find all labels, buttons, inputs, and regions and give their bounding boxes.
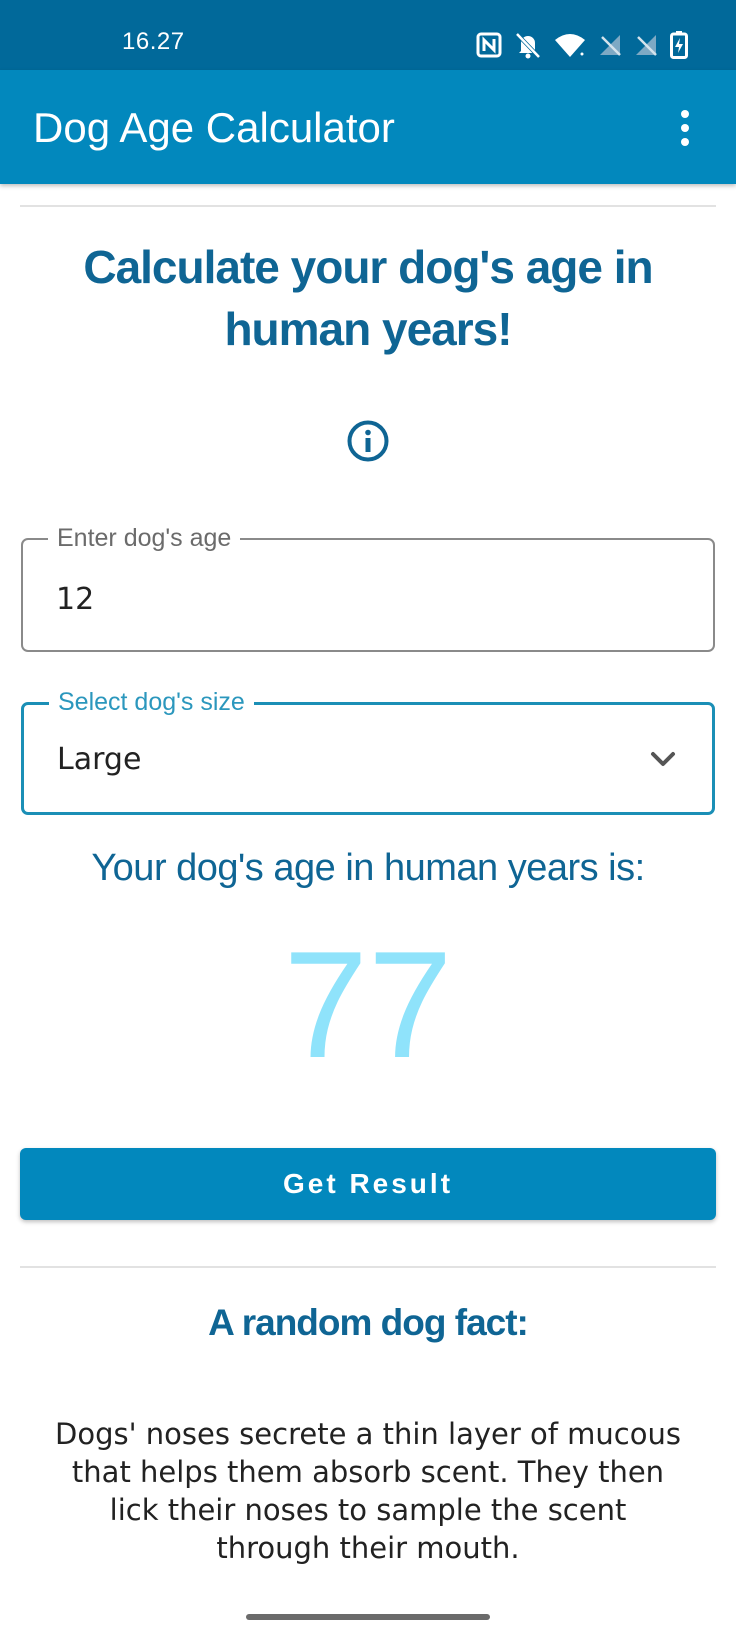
top-divider [20,205,716,207]
fact-text: Dogs' noses secrete a thin layer of muco… [55,1417,681,1565]
status-time: 16.27 [122,28,185,55]
menu-dot [681,124,689,132]
get-result-button[interactable]: Get Result [20,1148,716,1220]
dog-age-field[interactable]: Enter dog's age [21,523,715,652]
signal-off-icon [636,35,657,56]
dog-age-input[interactable] [56,582,616,618]
chevron-down-icon[interactable] [648,748,678,770]
section-divider [20,1266,716,1268]
fact-title: A random dog fact: [208,1302,529,1343]
more-vert-icon[interactable] [670,106,700,150]
wifi-icon [555,34,585,57]
menu-dot [681,138,689,146]
app-title: Dog Age Calculator [33,104,395,151]
dog-size-label: Select dog's size [49,687,254,717]
menu-dot [681,110,689,118]
page-headline: Calculate your dog's age in human years! [83,241,653,355]
app-bar: Dog Age Calculator [0,70,736,184]
dog-age-label: Enter dog's age [48,523,241,553]
status-icons [476,31,688,59]
result-label: Your dog's age in human years is: [91,847,645,889]
notifications-off-icon [515,32,541,59]
dog-size-select[interactable]: Select dog's size Large [21,687,715,815]
home-indicator[interactable] [246,1614,490,1620]
info-icon[interactable] [346,419,390,463]
signal-off-icon [600,35,621,56]
dog-size-value: Large [57,742,142,777]
nfc-icon [476,32,502,58]
battery-charging-icon [670,31,688,59]
status-bar: 16.27 [0,0,736,70]
result-value: 77 [283,920,453,1090]
